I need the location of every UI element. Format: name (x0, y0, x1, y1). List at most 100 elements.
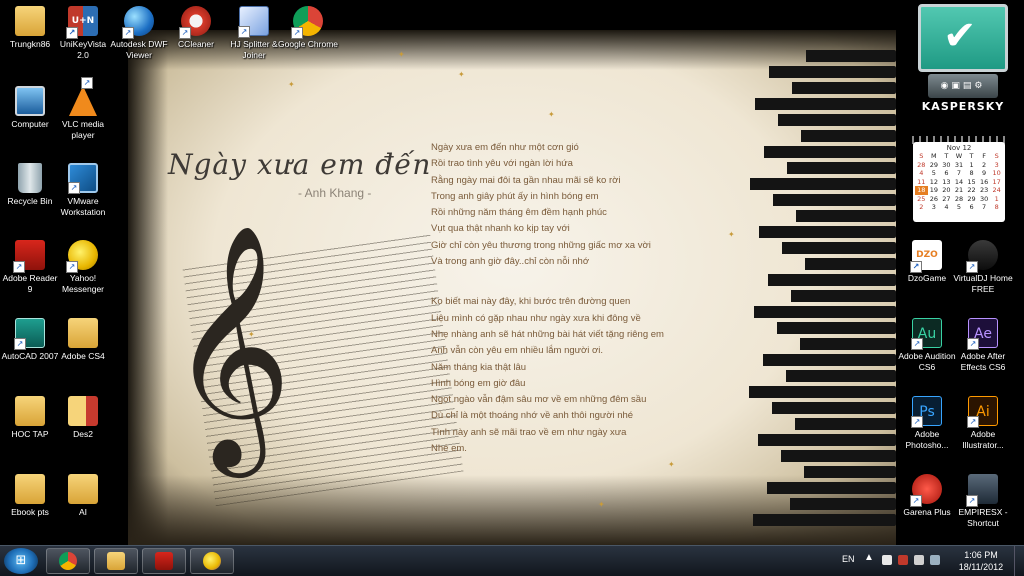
desktop-icon-audition[interactable]: Au Adobe Audition CS6 (897, 318, 957, 372)
desktop-icon-ai-folder[interactable]: AI (53, 474, 113, 518)
desktop-icon-vlc[interactable]: VLC media player (53, 77, 113, 140)
poem-line: Rồi trao tình yêu với ngàn lời hứa (431, 158, 573, 170)
desktop-icon-virtualdj[interactable]: VirtualDJ Home FREE (953, 240, 1013, 294)
network-icon[interactable] (914, 555, 924, 565)
calendar-day[interactable]: 19 (928, 186, 941, 195)
calendar-day[interactable]: 6 (940, 169, 953, 178)
calendar-day[interactable]: 29 (928, 161, 941, 170)
calendar-day[interactable]: 28 (915, 161, 928, 170)
calendar-day[interactable]: 24 (990, 186, 1003, 195)
piano-key (804, 466, 896, 478)
calendar-day[interactable]: 2 (915, 203, 928, 212)
calendar-day[interactable]: 5 (953, 203, 966, 212)
desktop-icon-hjsplit[interactable]: HJ Splitter & Joiner (224, 6, 284, 60)
calendar-day[interactable]: 20 (940, 186, 953, 195)
taskbar-adobe-reader-button[interactable] (142, 548, 186, 574)
taskbar-chrome-button[interactable] (46, 548, 90, 574)
calendar-day[interactable]: 21 (953, 186, 966, 195)
calendar-day[interactable]: 8 (965, 169, 978, 178)
vmware-icon (68, 163, 98, 194)
desktop-icon-aftereffects[interactable]: Ae Adobe After Effects CS6 (953, 318, 1013, 372)
calendar-day[interactable]: 4 (940, 203, 953, 212)
calendar-day[interactable]: 3 (928, 203, 941, 212)
show-desktop-button[interactable] (1014, 546, 1024, 576)
desktop-icon-illustrator[interactable]: Ai Adobe Illustrator... (953, 396, 1013, 450)
desktop-icon-des2[interactable]: Des2 (53, 396, 113, 440)
show-hidden-icons-button[interactable]: ▲ (864, 552, 874, 563)
desktop-icon-garena[interactable]: Garena Plus (897, 474, 957, 518)
calendar-day[interactable]: 8 (990, 203, 1003, 212)
calendar-day[interactable]: 25 (915, 195, 928, 204)
language-indicator[interactable]: EN (842, 554, 855, 564)
desktop-icon-ccleaner[interactable]: CCleaner (166, 6, 226, 50)
kaspersky-toolbar[interactable]: ◉▣▤⚙ (928, 74, 998, 98)
desktop-icon-adobe-reader[interactable]: Adobe Reader 9 (0, 240, 60, 294)
desktop-icon-chrome[interactable]: Google Chrome (278, 6, 338, 50)
desktop-icon-vmware[interactable]: VMware Workstation (53, 163, 113, 217)
desktop-icon-ebook[interactable]: Ebook pts (0, 474, 60, 518)
calendar-day[interactable]: 27 (940, 195, 953, 204)
calendar-day[interactable]: 16 (978, 178, 991, 187)
piano-key (767, 482, 896, 494)
desktop-icon-yahoo[interactable]: Yahoo! Messenger (53, 240, 113, 294)
calendar-day[interactable]: 26 (928, 195, 941, 204)
calendar-day[interactable]: 14 (953, 178, 966, 187)
desktop-icon-adobe-cs4[interactable]: Adobe CS4 (53, 318, 113, 362)
folder-icon (15, 396, 45, 426)
calendar-day[interactable]: 23 (978, 186, 991, 195)
star-decoration: ✦ (728, 230, 735, 239)
yahoo-smiley-icon (66, 240, 98, 273)
calendar-day[interactable]: 30 (978, 195, 991, 204)
piano-key (792, 82, 896, 94)
calendar-day[interactable]: 6 (965, 203, 978, 212)
desktop-icon-photoshop[interactable]: Ps Adobe Photosho... (897, 396, 957, 450)
calendar-day[interactable]: 13 (940, 178, 953, 187)
calendar-day[interactable]: 30 (940, 161, 953, 170)
poem: Ngày xưa em đến như một cơn gió Rồi trao … (431, 140, 711, 457)
volume-icon[interactable] (930, 555, 940, 565)
calendar-grid: S M T W T F S 28 29 30 31 1 2 3 4 5 6 7 8 9 10 11 12 13 14 15 16 17… (915, 152, 1003, 212)
calendar-day[interactable]: 17 (990, 178, 1003, 187)
calendar-gadget[interactable]: Nov 12 S M T W T F S 28 29 30 31 1 2 3 4 5 6 7 8 9 10 11 12 13 1… (913, 142, 1005, 222)
piano-key (764, 146, 896, 158)
desktop-icon-hoc-tap[interactable]: HOC TAP (0, 396, 60, 440)
calendar-day[interactable]: 12 (928, 178, 941, 187)
calendar-day[interactable]: 28 (953, 195, 966, 204)
calendar-day[interactable]: 7 (953, 169, 966, 178)
calendar-day[interactable]: 31 (953, 161, 966, 170)
icon-label: VirtualDJ Home FREE (953, 273, 1013, 294)
desktop-icon-autocad[interactable]: AutoCAD 2007 (0, 318, 60, 362)
kaspersky-gadget[interactable]: ✔ ◉▣▤⚙ KASPERSKY (916, 4, 1010, 126)
start-button[interactable]: ⊞ (4, 548, 38, 574)
unikey-tray-icon[interactable] (898, 555, 908, 565)
taskbar-clock[interactable]: 1:06 PM 18/11/2012 (950, 549, 1012, 573)
calendar-day[interactable]: 1 (990, 195, 1003, 204)
taskbar-explorer-button[interactable] (94, 548, 138, 574)
taskbar-yahoo-button[interactable] (190, 548, 234, 574)
desktop-icon-empiresx[interactable]: EMPIRESX - Shortcut (953, 474, 1013, 528)
desktop-icon-trungkn86[interactable]: Trungkn86 (0, 6, 60, 50)
calendar-day[interactable]: 29 (965, 195, 978, 204)
flag-icon[interactable] (882, 555, 892, 565)
desktop-icon-computer[interactable]: Computer (0, 86, 60, 130)
check-icon: ✔ (943, 13, 977, 59)
icon-label: Yahoo! Messenger (61, 273, 105, 294)
calendar-day[interactable]: 10 (990, 169, 1003, 178)
calendar-day[interactable]: 18 (915, 186, 928, 195)
calendar-day[interactable]: 1 (965, 161, 978, 170)
calendar-day[interactable]: 15 (965, 178, 978, 187)
desktop-icon-autodesk[interactable]: Autodesk DWF Viewer (109, 6, 169, 60)
calendar-day[interactable]: 7 (978, 203, 991, 212)
calendar-weekday: S (919, 152, 924, 160)
calendar-day[interactable]: 9 (978, 169, 991, 178)
calendar-day[interactable]: 3 (990, 161, 1003, 170)
calendar-day[interactable]: 2 (978, 161, 991, 170)
calendar-day[interactable]: 4 (915, 169, 928, 178)
calendar-day[interactable]: 22 (965, 186, 978, 195)
calendar-day[interactable]: 11 (915, 178, 928, 187)
desktop-icon-recycle-bin[interactable]: Recycle Bin (0, 163, 60, 207)
calendar-day[interactable]: 5 (928, 169, 941, 178)
desktop-icon-unikey[interactable]: U+N UniKeyVista 2.0 (53, 6, 113, 60)
desktop-icon-dzogame[interactable]: DZO DzoGame (897, 240, 957, 284)
piano-key (758, 434, 896, 446)
